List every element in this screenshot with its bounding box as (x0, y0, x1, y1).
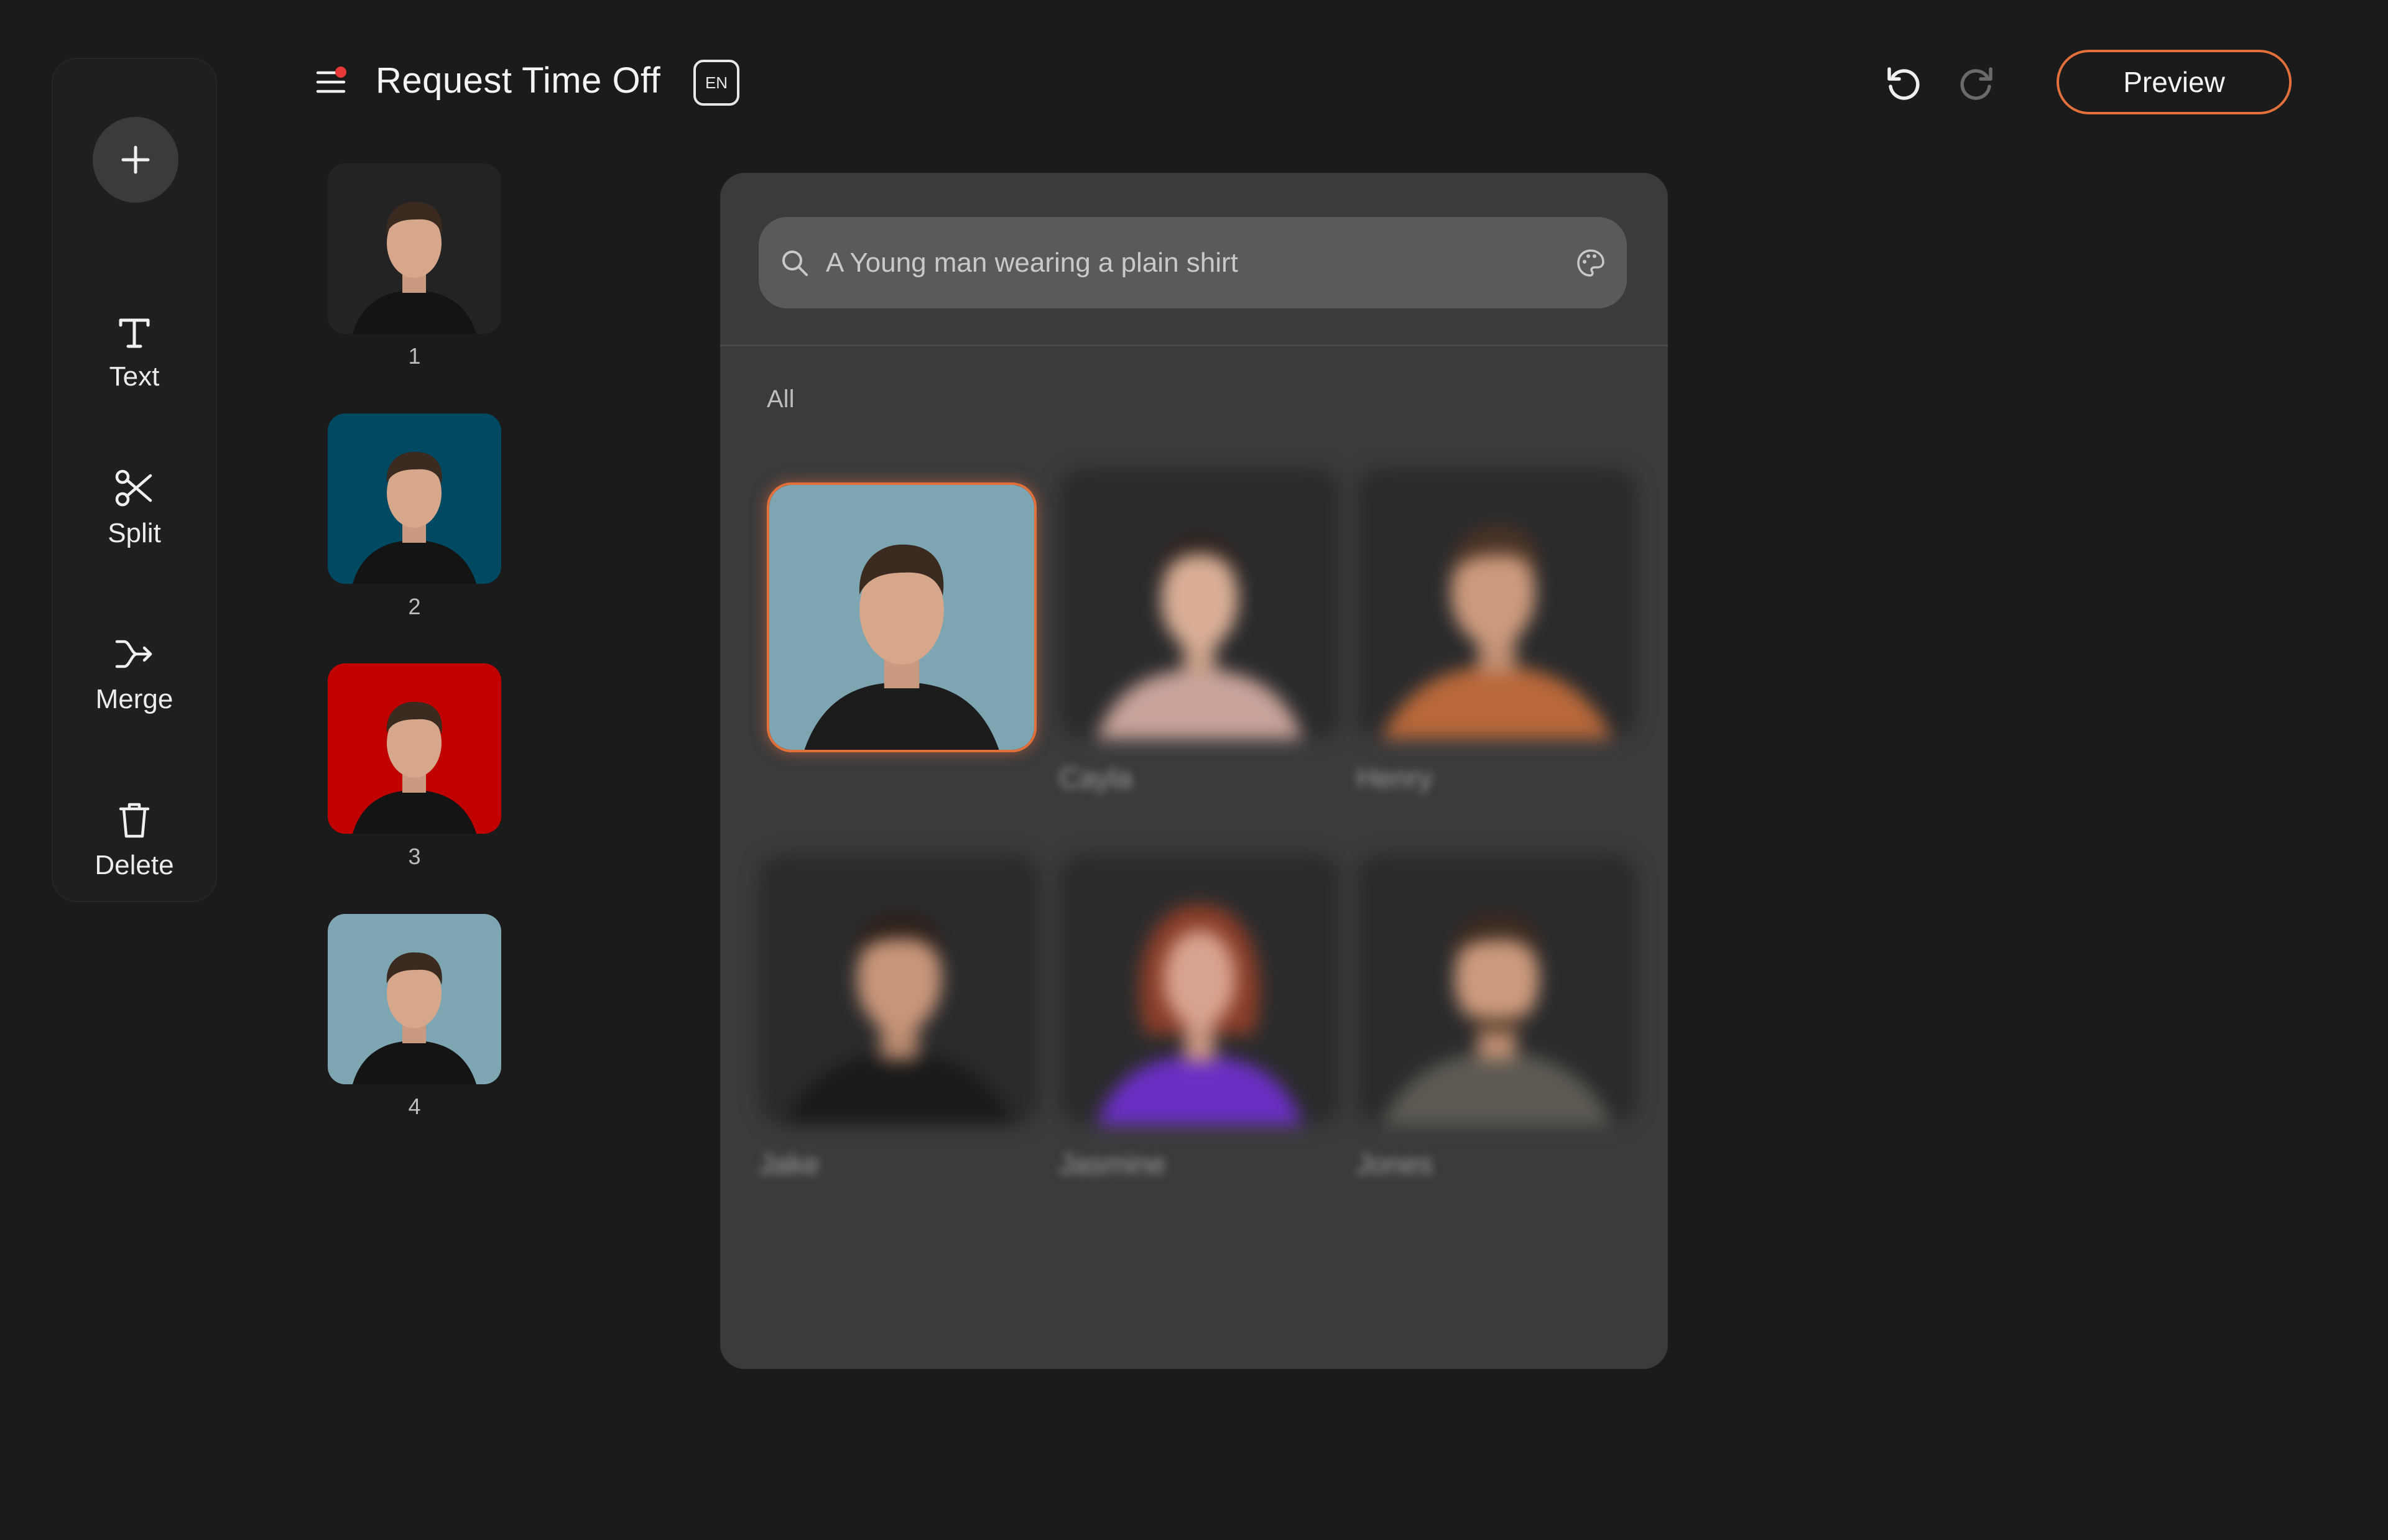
avatar-name: Jake (759, 1148, 820, 1180)
avatar-portrait (1356, 854, 1637, 1125)
slide-number: 4 (408, 1094, 421, 1119)
text-tool-label: Text (109, 361, 160, 392)
avatar-card[interactable] (1059, 468, 1340, 739)
slide-thumbnail-4[interactable] (328, 914, 501, 1084)
split-tool-label: Split (108, 518, 161, 548)
avatar-card[interactable] (1356, 854, 1637, 1125)
delete-tool-label: Delete (95, 850, 174, 880)
filter-all-label[interactable]: All (767, 385, 794, 413)
slide-thumbnail-2[interactable] (328, 413, 501, 584)
avatar-portrait (1356, 468, 1637, 739)
avatar-card[interactable] (759, 854, 1040, 1125)
avatar-card[interactable] (1356, 468, 1637, 739)
avatar-portrait (769, 485, 1034, 750)
slide-thumbnail-1[interactable] (328, 164, 501, 334)
search-icon (782, 250, 808, 276)
avatar-name: Cayla (1059, 762, 1132, 794)
language-badge[interactable]: EN (693, 60, 739, 106)
avatar-card-selected[interactable] (767, 482, 1037, 752)
slide-number: 1 (408, 343, 421, 369)
delete-tool-button[interactable]: Delete (53, 800, 216, 881)
search-bar[interactable]: A Young man wearing a plain shirt (759, 217, 1627, 308)
split-tool-button[interactable]: Split (53, 468, 216, 549)
slide-number: 3 (408, 844, 421, 869)
tool-rail: Text Split Merge Delete (52, 58, 217, 902)
merge-icon (115, 640, 152, 668)
avatar-picker-panel: A Young man wearing a plain shirt All Ca… (720, 173, 1668, 1369)
slide-thumbnail-3[interactable] (328, 663, 501, 834)
avatar-portrait (1059, 854, 1340, 1125)
avatar-portrait (759, 854, 1040, 1125)
avatar-card[interactable] (1059, 854, 1340, 1125)
merge-tool-label: Merge (95, 684, 174, 714)
page-title: Request Time Off (376, 60, 661, 101)
avatar-portrait (1059, 468, 1340, 739)
avatar-portrait (328, 914, 501, 1084)
text-tool-button[interactable]: Text (53, 314, 216, 392)
text-icon (119, 318, 150, 348)
avatar-portrait (328, 663, 501, 834)
plus-icon (121, 145, 150, 174)
avatar-portrait (328, 164, 501, 334)
undo-icon[interactable] (1884, 64, 1923, 103)
slide-number: 2 (408, 594, 421, 619)
palette-icon[interactable] (1576, 248, 1606, 278)
search-input[interactable]: A Young man wearing a plain shirt (826, 247, 1576, 279)
notification-dot (335, 67, 346, 78)
trash-icon (119, 803, 150, 838)
add-button[interactable] (93, 117, 178, 203)
redo-icon[interactable] (1957, 64, 1996, 103)
panel-divider (720, 344, 1668, 346)
merge-tool-button[interactable]: Merge (53, 634, 216, 715)
scissors-icon (115, 469, 152, 507)
avatar-name: Jones (1356, 1148, 1433, 1180)
preview-button[interactable]: Preview (2057, 50, 2292, 114)
avatar-portrait (328, 413, 501, 584)
avatar-name: Jasmine (1059, 1148, 1166, 1180)
avatar-name: Henry (1356, 762, 1433, 794)
